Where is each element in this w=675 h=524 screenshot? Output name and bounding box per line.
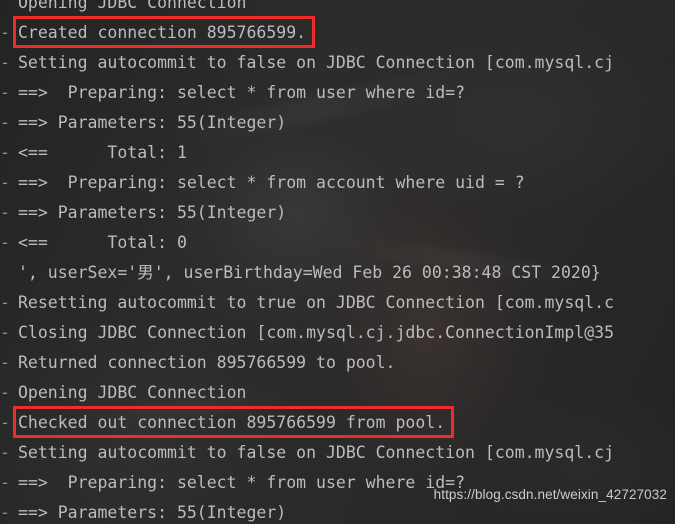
console-line-gutter: -: [0, 353, 10, 372]
console-line: - ==> Preparing: select * from account wh…: [0, 168, 675, 198]
console-line-gutter: -: [0, 233, 10, 252]
console-line-gutter: -: [0, 383, 10, 402]
console-line-text: Created connection 895766599.: [18, 23, 307, 42]
console-line-gutter: -: [0, 203, 10, 222]
console-line-text: <== Total: 0: [18, 233, 187, 252]
console-window: Opening JDBC Connection - Created connecti…: [0, 0, 675, 524]
console-line-gutter: -: [0, 113, 10, 132]
console-line-gutter: -: [0, 83, 10, 102]
console-line: - Created connection 895766599.: [0, 18, 675, 48]
console-line-text: ', userSex='男', userBirthday=Wed Feb 26 …: [18, 263, 601, 282]
console-line-text: <== Total: 1: [18, 143, 187, 162]
console-line-text: Setting autocommit to false on JDBC Conn…: [18, 53, 615, 72]
console-line-text: Opening JDBC Connection: [18, 0, 247, 12]
console-line: - Closing JDBC Connection [com.mysql.cj.j…: [0, 318, 675, 348]
console-line: - <== Total: 0: [0, 228, 675, 258]
console-line: - ==> Parameters: 55(Integer): [0, 198, 675, 228]
console-line-gutter: -: [0, 413, 10, 432]
console-line-gutter: -: [0, 473, 10, 492]
console-line: - <== Total: 1: [0, 138, 675, 168]
console-log-output[interactable]: Opening JDBC Connection - Created connecti…: [0, 0, 675, 524]
console-line-text: Closing JDBC Connection [com.mysql.cj.jd…: [18, 323, 615, 342]
console-line-text: Returned connection 895766599 to pool.: [18, 353, 396, 372]
console-line-text: Resetting autocommit to true on JDBC Con…: [18, 293, 615, 312]
console-line-gutter: -: [0, 293, 10, 312]
console-line-gutter: -: [0, 503, 10, 522]
console-line: Opening JDBC Connection: [0, 0, 675, 18]
console-line: - Setting autocommit to false on JDBC Con…: [0, 438, 675, 468]
console-line-text: Opening JDBC Connection: [18, 383, 247, 402]
console-line-text: ==> Preparing: select * from user where …: [18, 83, 466, 102]
console-line: - ==> Parameters: 55(Integer): [0, 108, 675, 138]
console-line-text: ==> Preparing: select * from account whe…: [18, 173, 525, 192]
console-line-gutter: -: [0, 143, 10, 162]
console-line: - ==> Preparing: select * from user where…: [0, 78, 675, 108]
console-line-gutter: -: [0, 323, 10, 342]
console-line-text: Checked out connection 895766599 from po…: [18, 413, 446, 432]
csdn-watermark: https://blog.csdn.net/weixin_42727032: [433, 487, 667, 502]
console-line-text: ==> Parameters: 55(Integer): [18, 203, 287, 222]
console-line: - Returned connection 895766599 to pool.: [0, 348, 675, 378]
console-line: - Resetting autocommit to true on JDBC Co…: [0, 288, 675, 318]
console-line-gutter: -: [0, 173, 10, 192]
console-line: - Checked out connection 895766599 from p…: [0, 408, 675, 438]
console-line-text: Setting autocommit to false on JDBC Conn…: [18, 443, 615, 462]
console-line-gutter: -: [0, 443, 10, 462]
console-line-text: ==> Preparing: select * from user where …: [18, 473, 466, 492]
console-line-text: ==> Parameters: 55(Integer): [18, 503, 287, 522]
console-line-text: ==> Parameters: 55(Integer): [18, 113, 287, 132]
console-line-gutter: -: [0, 53, 10, 72]
console-line: - Opening JDBC Connection: [0, 378, 675, 408]
console-line-gutter: -: [0, 23, 10, 42]
console-line: - Setting autocommit to false on JDBC Con…: [0, 48, 675, 78]
console-line: ', userSex='男', userBirthday=Wed Feb 26 …: [0, 258, 675, 288]
